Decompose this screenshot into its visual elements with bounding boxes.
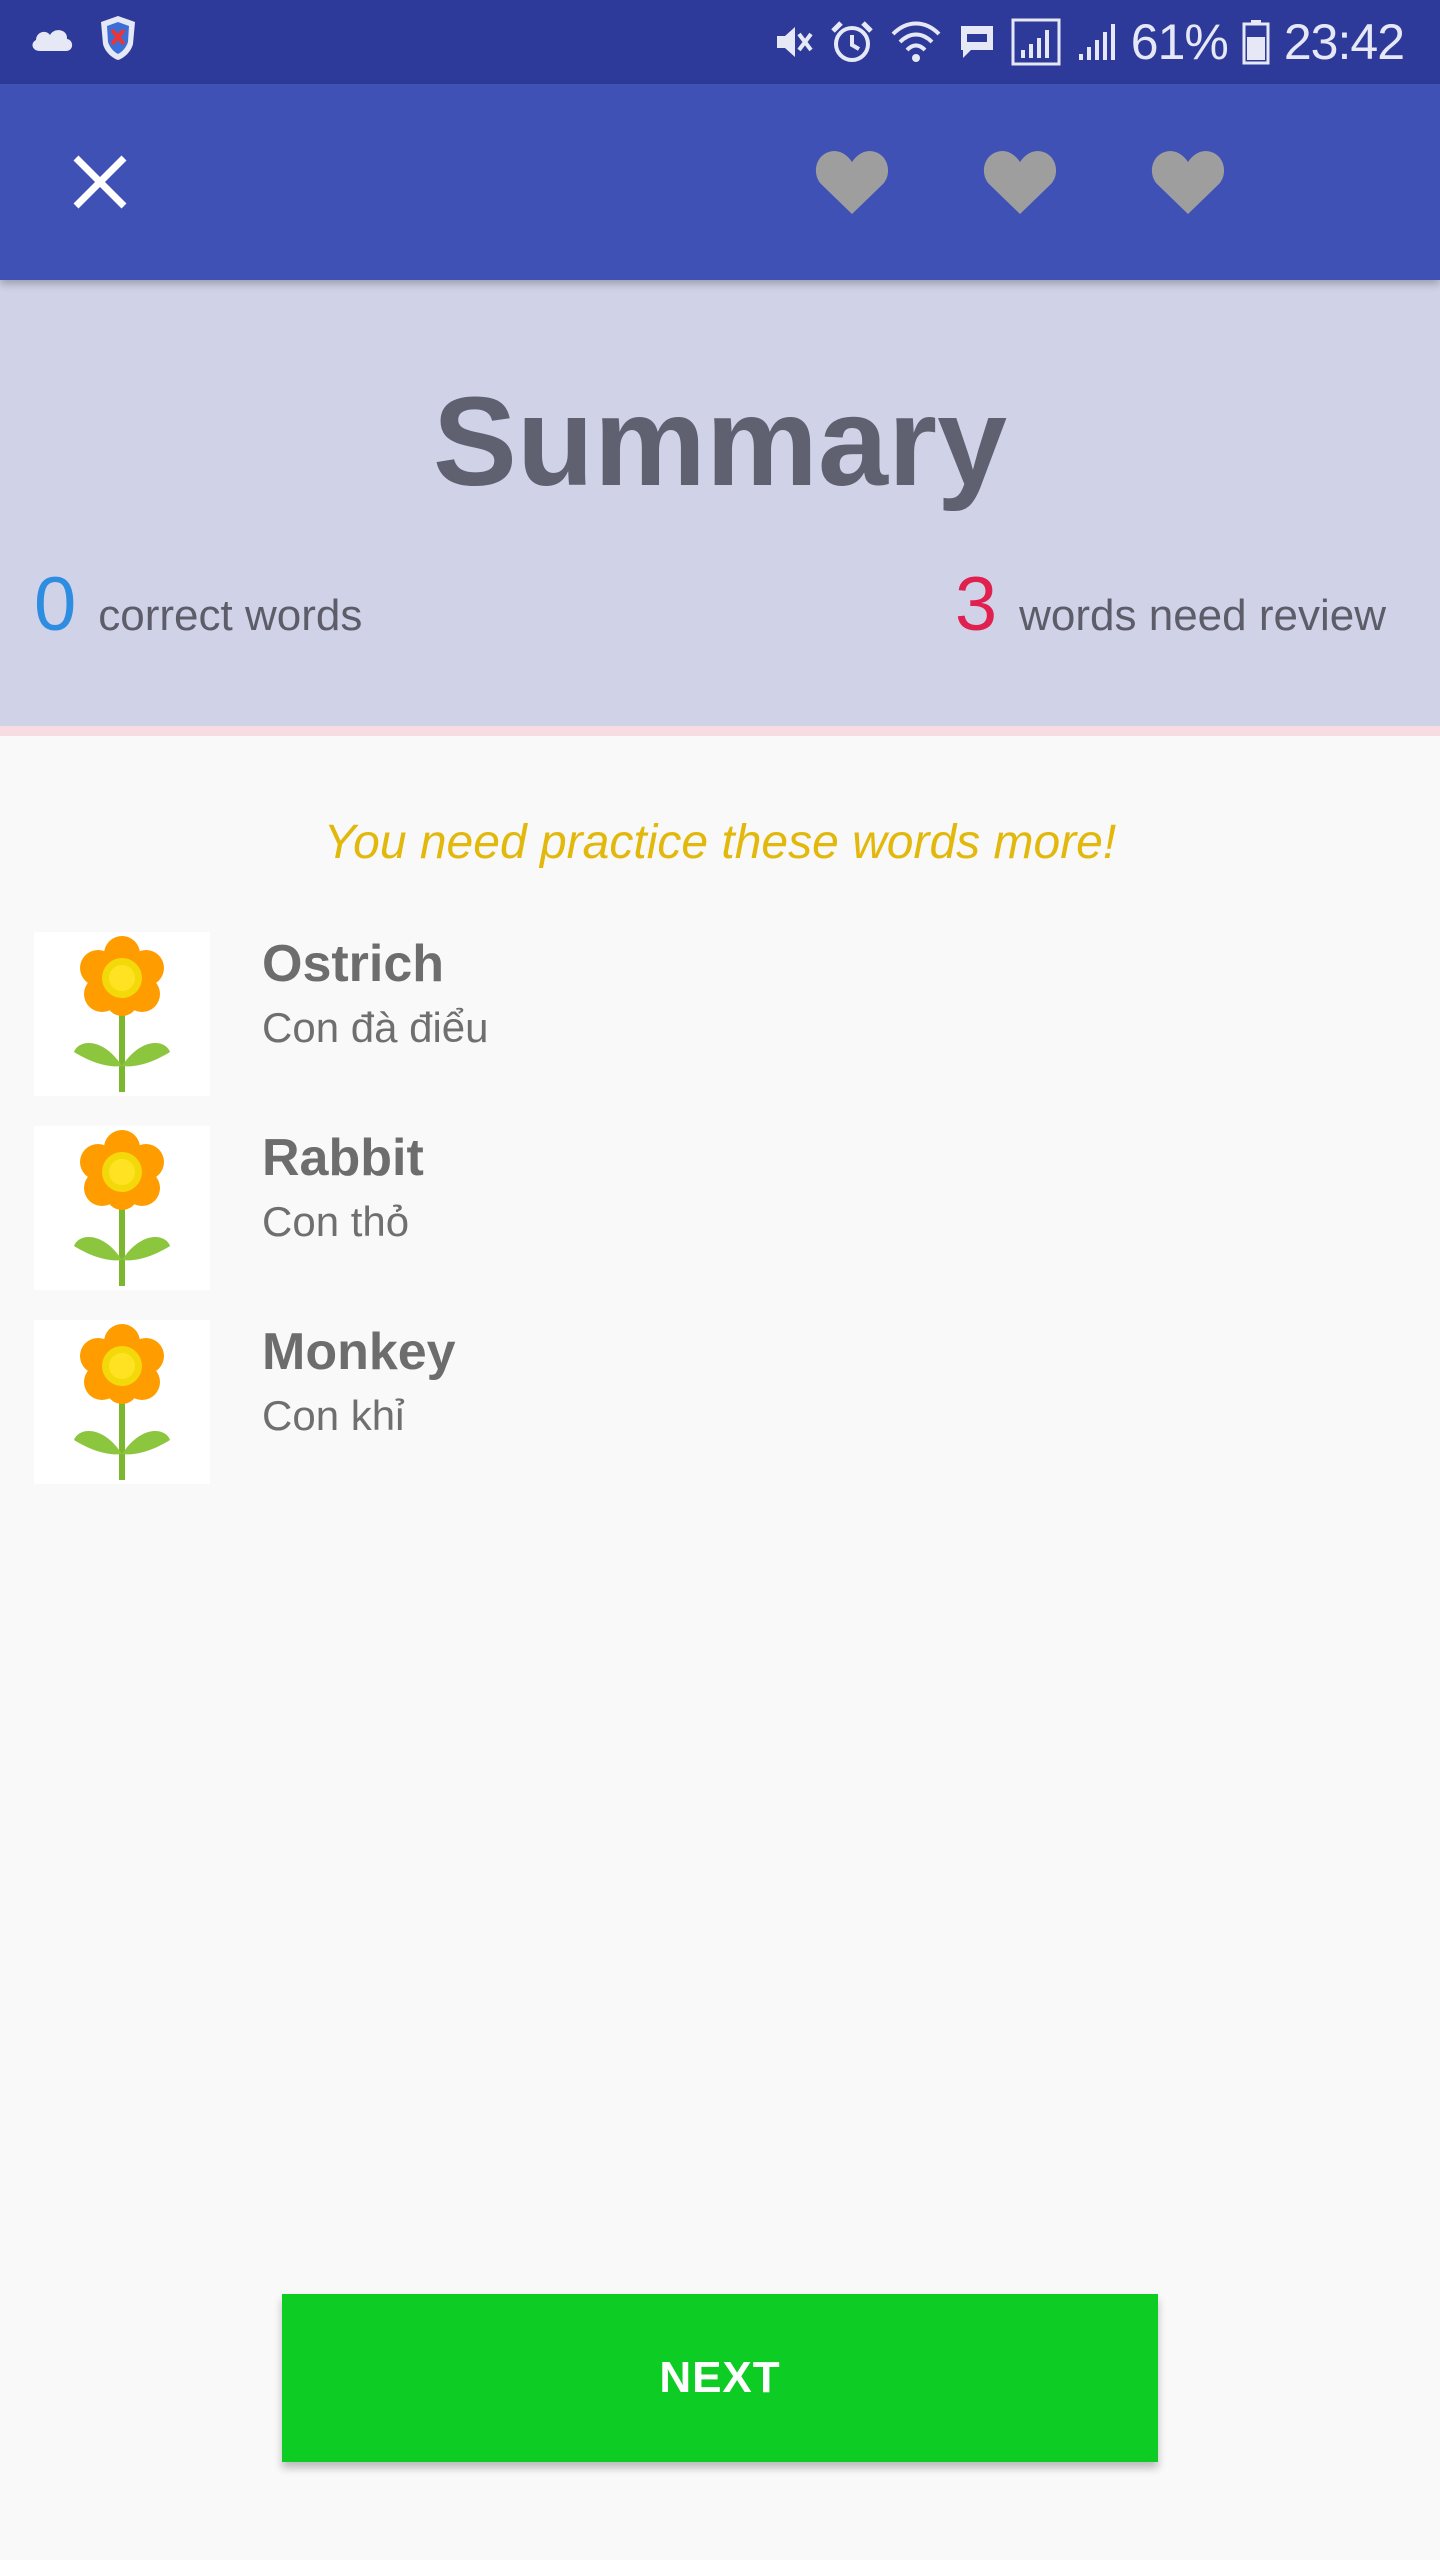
heart-icon [815,151,889,214]
word-image [34,932,210,1096]
flower-icon [74,1130,170,1286]
practice-message: You need practice these words more! [323,816,1117,869]
correct-words-stat: 0 correct words [34,560,362,650]
word-list: Ostrich Con đà điểu Rabbit Con thỏ Monke… [0,932,1440,1514]
flower-icon [74,1324,170,1480]
list-item[interactable]: Monkey Con khỉ [0,1320,1440,1514]
review-label: words need review [1019,591,1386,640]
battery-percent: 61% [1130,14,1229,70]
summary-title: Summary [432,371,1008,512]
list-item[interactable]: Ostrich Con đà điểu [0,932,1440,1126]
word-image [34,1320,210,1484]
clock-time: 23:42 [1283,14,1405,70]
summary-panel: Summary 0 correct words 3 words need rev… [0,280,1440,736]
next-button[interactable]: NEXT [282,2294,1158,2462]
mute-icon [771,20,815,64]
signal-icon [1011,18,1061,66]
word-title: Monkey [262,1323,456,1381]
cloud-icon [28,23,76,53]
word-translation: Con khỉ [262,1392,405,1439]
correct-label: correct words [98,591,363,640]
flower-icon [74,936,170,1092]
alarm-icon [829,19,875,65]
close-icon [73,155,127,209]
status-bar: 61% 23:42 [0,0,1440,84]
review-count: 3 [954,562,998,647]
heart-icon [983,151,1057,214]
app-bar [0,84,1440,280]
heart-icon [1151,151,1225,214]
shield-icon [98,14,138,62]
word-image [34,1126,210,1290]
list-item[interactable]: Rabbit Con thỏ [0,1126,1440,1320]
review-words-stat: 3 words need review [955,560,1386,650]
word-translation: Con thỏ [262,1198,410,1245]
wifi-icon [889,20,943,64]
word-title: Rabbit [262,1129,424,1187]
word-translation: Con đà điểu [262,1004,489,1051]
close-button[interactable] [52,134,148,230]
word-title: Ostrich [262,935,445,993]
message-icon [957,22,997,62]
signal-icon [1075,20,1117,64]
battery-icon [1242,19,1270,65]
correct-count: 0 [34,562,77,647]
